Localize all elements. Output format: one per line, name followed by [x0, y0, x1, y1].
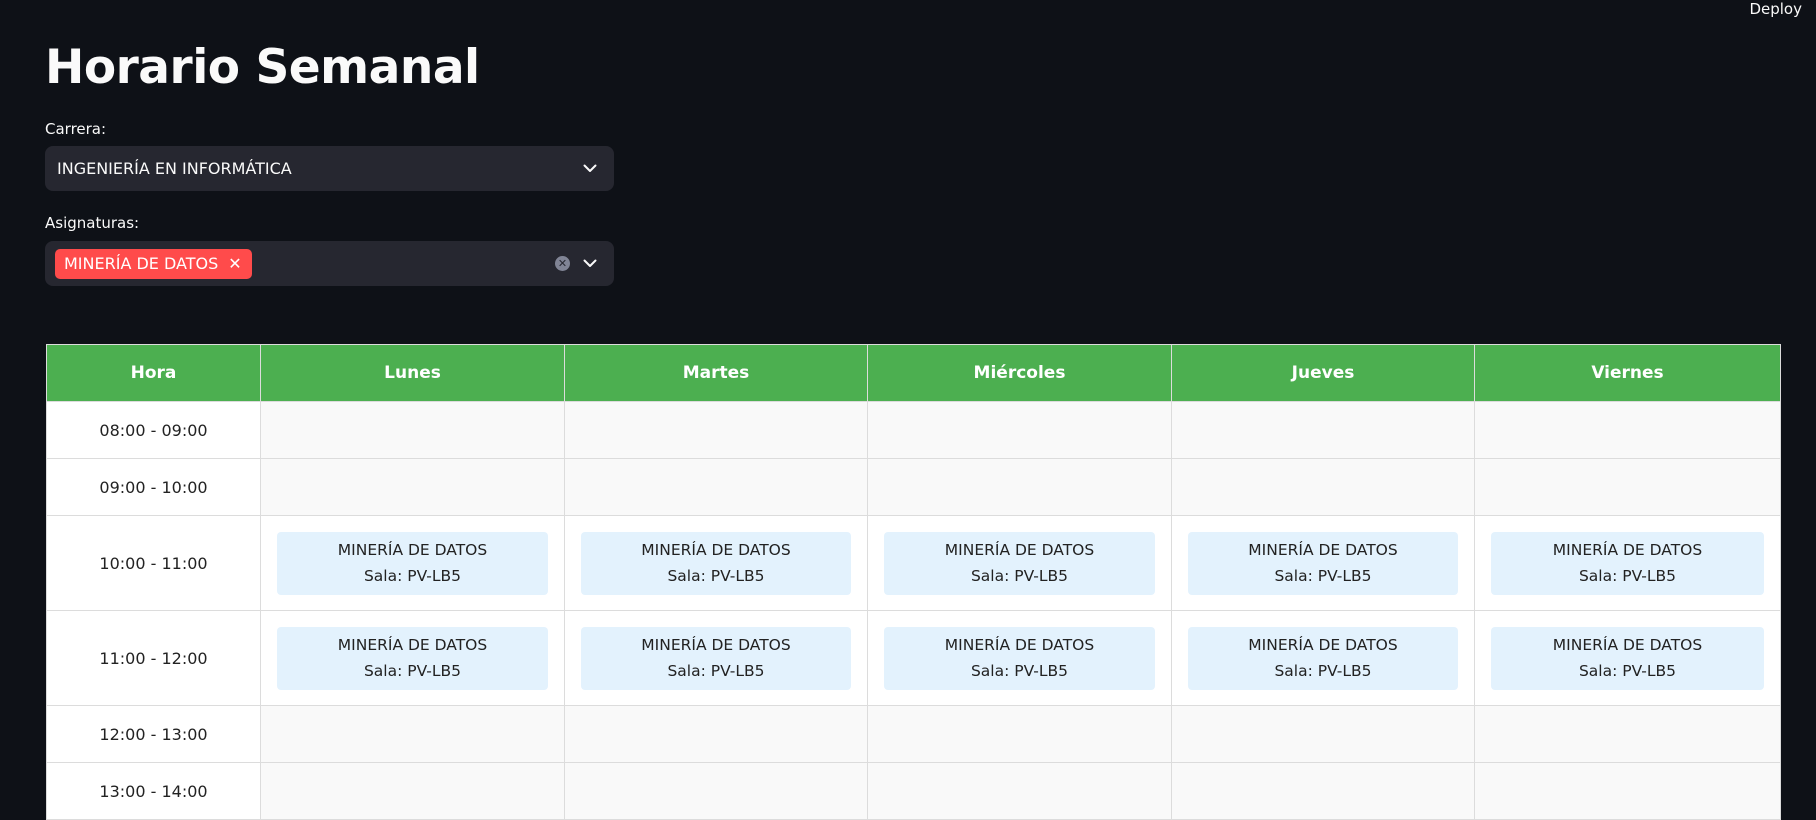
chevron-down-icon[interactable] — [582, 161, 598, 177]
empty-cell — [867, 401, 1172, 459]
class-subject: MINERÍA DE DATOS — [944, 636, 1095, 654]
class-room: Sala: PV-LB5 — [1274, 567, 1372, 585]
class-cell: MINERÍA DE DATOS Sala: PV-LB5 — [1474, 610, 1781, 706]
table-row: 13:00 - 14:00 — [46, 762, 1781, 820]
tag-label: MINERÍA DE DATOS — [64, 254, 219, 273]
class-cell: MINERÍA DE DATOS Sala: PV-LB5 — [260, 515, 565, 611]
header-jueves: Jueves — [1171, 344, 1475, 402]
class-subject: MINERÍA DE DATOS — [641, 636, 791, 654]
table-row: 08:00 - 09:00 — [46, 401, 1781, 459]
class-cell: MINERÍA DE DATOS Sala: PV-LB5 — [260, 610, 565, 706]
empty-cell — [260, 401, 565, 459]
class-cell: MINERÍA DE DATOS Sala: PV-LB5 — [564, 610, 868, 706]
class-cell: MINERÍA DE DATOS Sala: PV-LB5 — [564, 515, 868, 611]
empty-cell — [564, 401, 868, 459]
table-row: 09:00 - 10:00 — [46, 458, 1781, 516]
empty-cell — [260, 458, 565, 516]
class-card: MINERÍA DE DATOS Sala: PV-LB5 — [277, 626, 548, 690]
header-lunes: Lunes — [260, 344, 565, 402]
class-subject: MINERÍA DE DATOS — [1552, 541, 1703, 559]
class-cell: MINERÍA DE DATOS Sala: PV-LB5 — [867, 515, 1172, 611]
selected-tag: MINERÍA DE DATOS ✕ — [55, 248, 252, 279]
class-subject: MINERÍA DE DATOS — [944, 541, 1095, 559]
empty-cell — [1474, 458, 1781, 516]
class-subject: MINERÍA DE DATOS — [337, 541, 488, 559]
carrera-value: INGENIERÍA EN INFORMÁTICA — [57, 159, 292, 178]
class-card: MINERÍA DE DATOS Sala: PV-LB5 — [1188, 626, 1458, 690]
header-martes: Martes — [564, 344, 868, 402]
empty-cell — [564, 705, 868, 763]
hora-cell: 10:00 - 11:00 — [46, 515, 261, 611]
class-subject: MINERÍA DE DATOS — [1248, 541, 1398, 559]
class-cell: MINERÍA DE DATOS Sala: PV-LB5 — [1171, 515, 1475, 611]
table-row: 12:00 - 13:00 — [46, 705, 1781, 763]
tag-remove-icon[interactable]: ✕ — [228, 254, 241, 273]
empty-cell — [867, 458, 1172, 516]
class-room: Sala: PV-LB5 — [1578, 662, 1677, 680]
hora-cell: 09:00 - 10:00 — [46, 458, 261, 516]
header-hora: Hora — [46, 344, 261, 402]
table-header-row: Hora Lunes Martes Miércoles Jueves Viern… — [46, 344, 1781, 402]
class-room: Sala: PV-LB5 — [363, 567, 462, 585]
class-subject: MINERÍA DE DATOS — [641, 541, 791, 559]
table-row: 11:00 - 12:00 MINERÍA DE DATOS Sala: PV-L… — [46, 610, 1781, 706]
class-room: Sala: PV-LB5 — [970, 567, 1069, 585]
class-room: Sala: PV-LB5 — [1274, 662, 1372, 680]
empty-cell — [867, 705, 1172, 763]
class-card: MINERÍA DE DATOS Sala: PV-LB5 — [277, 531, 548, 595]
carrera-select[interactable]: INGENIERÍA EN INFORMÁTICA — [45, 146, 614, 191]
class-room: Sala: PV-LB5 — [970, 662, 1069, 680]
class-card: MINERÍA DE DATOS Sala: PV-LB5 — [1491, 531, 1764, 595]
asignaturas-multiselect[interactable]: MINERÍA DE DATOS ✕ ✕ — [45, 241, 614, 286]
empty-cell — [1474, 401, 1781, 459]
empty-cell — [1171, 762, 1475, 820]
chevron-down-icon[interactable] — [582, 256, 598, 272]
hora-cell: 12:00 - 13:00 — [46, 705, 261, 763]
class-subject: MINERÍA DE DATOS — [1248, 636, 1398, 654]
class-room: Sala: PV-LB5 — [363, 662, 462, 680]
class-card: MINERÍA DE DATOS Sala: PV-LB5 — [884, 531, 1155, 595]
empty-cell — [867, 762, 1172, 820]
class-room: Sala: PV-LB5 — [667, 567, 765, 585]
page-title: Horario Semanal — [45, 40, 480, 95]
class-card: MINERÍA DE DATOS Sala: PV-LB5 — [581, 531, 851, 595]
class-cell: MINERÍA DE DATOS Sala: PV-LB5 — [1474, 515, 1781, 611]
class-card: MINERÍA DE DATOS Sala: PV-LB5 — [1188, 531, 1458, 595]
empty-cell — [564, 458, 868, 516]
deploy-button[interactable]: Deploy — [1749, 0, 1802, 18]
class-card: MINERÍA DE DATOS Sala: PV-LB5 — [884, 626, 1155, 690]
hora-cell: 08:00 - 09:00 — [46, 401, 261, 459]
class-cell: MINERÍA DE DATOS Sala: PV-LB5 — [1171, 610, 1475, 706]
empty-cell — [1171, 458, 1475, 516]
empty-cell — [1171, 401, 1475, 459]
header-viernes: Viernes — [1474, 344, 1781, 402]
class-subject: MINERÍA DE DATOS — [337, 636, 488, 654]
asignaturas-label: Asignaturas: — [45, 214, 140, 232]
class-card: MINERÍA DE DATOS Sala: PV-LB5 — [1491, 626, 1764, 690]
empty-cell — [564, 762, 868, 820]
hora-cell: 11:00 - 12:00 — [46, 610, 261, 706]
empty-cell — [1474, 762, 1781, 820]
class-room: Sala: PV-LB5 — [667, 662, 765, 680]
empty-cell — [260, 762, 565, 820]
class-subject: MINERÍA DE DATOS — [1552, 636, 1703, 654]
clear-all-icon[interactable]: ✕ — [555, 256, 570, 271]
schedule-table: Hora Lunes Martes Miércoles Jueves Viern… — [46, 344, 1781, 820]
header-miercoles: Miércoles — [867, 344, 1172, 402]
carrera-label: Carrera: — [45, 120, 107, 138]
class-card: MINERÍA DE DATOS Sala: PV-LB5 — [581, 626, 851, 690]
class-cell: MINERÍA DE DATOS Sala: PV-LB5 — [867, 610, 1172, 706]
hora-cell: 13:00 - 14:00 — [46, 762, 261, 820]
empty-cell — [1171, 705, 1475, 763]
empty-cell — [1474, 705, 1781, 763]
empty-cell — [260, 705, 565, 763]
table-row: 10:00 - 11:00 MINERÍA DE DATOS Sala: PV-L… — [46, 515, 1781, 611]
class-room: Sala: PV-LB5 — [1578, 567, 1677, 585]
